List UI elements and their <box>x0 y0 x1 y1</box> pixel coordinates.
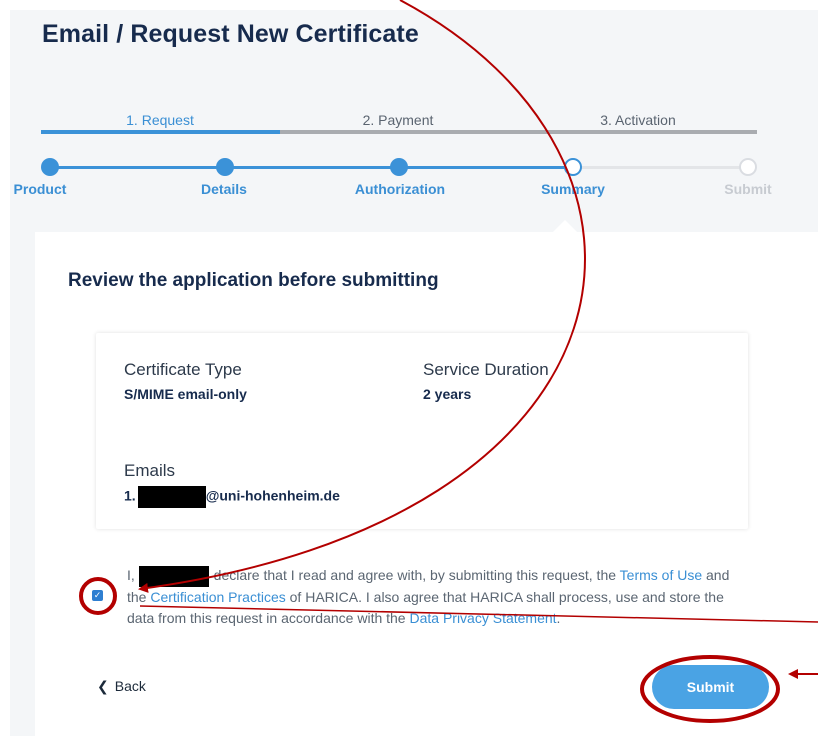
substep-label-authorization: Authorization <box>354 181 446 197</box>
chevron-left-icon: ❮ <box>97 678 109 694</box>
step-progress-active <box>41 130 280 134</box>
card-pointer <box>551 220 579 234</box>
email-value: 1. @uni-hohenheim.de <box>124 486 340 508</box>
consent-text-4: . <box>556 609 561 626</box>
terms-of-use-link[interactable]: Terms of Use <box>620 567 702 583</box>
substep-dot-product <box>41 158 59 176</box>
service-duration-value: 2 years <box>423 386 472 402</box>
substep-label-product: Product <box>13 181 67 197</box>
review-title: Review the application before submitting <box>68 270 439 291</box>
back-button[interactable]: ❮ Back <box>97 678 146 695</box>
substep-track-remaining <box>574 166 748 169</box>
back-label: Back <box>114 678 146 694</box>
substep-dot-summary <box>564 158 582 176</box>
substep-dot-authorization <box>390 158 408 176</box>
email-prefix: 1. <box>124 487 136 504</box>
email-domain: @uni-hohenheim.de <box>205 487 340 504</box>
substep-dot-submit <box>739 158 757 176</box>
consent-checkbox[interactable]: ✓ <box>92 590 103 601</box>
substep-track-done <box>50 166 574 169</box>
certification-practices-link[interactable]: Certification Practices <box>150 589 285 605</box>
certificate-type-value: S/MIME email-only <box>124 386 247 402</box>
consent-text: I, declare that I read and agree with, b… <box>127 565 747 629</box>
redacted-name <box>138 565 209 587</box>
consent-prefix: I, <box>127 567 135 583</box>
substep-dot-details <box>216 158 234 176</box>
certificate-type-label: Certificate Type <box>124 360 242 379</box>
submit-button[interactable]: Submit <box>652 665 769 709</box>
service-duration-label: Service Duration <box>423 360 549 379</box>
step-request: 1. Request <box>126 112 194 128</box>
step-activation: 3. Activation <box>600 112 676 128</box>
step-payment: 2. Payment <box>362 112 434 128</box>
page-title: Email / Request New Certificate <box>42 20 419 48</box>
emails-label: Emails <box>124 461 176 480</box>
data-privacy-link[interactable]: Data Privacy Statement <box>409 610 556 626</box>
substep-label-details: Details <box>201 181 247 197</box>
substep-label-submit: Submit <box>724 181 772 197</box>
redacted-email-local-part <box>137 486 206 508</box>
consent-text-1: declare that I read and agree with, by s… <box>209 567 620 583</box>
step-progress-remaining <box>280 130 757 134</box>
substep-label-summary: Summary <box>541 181 605 197</box>
